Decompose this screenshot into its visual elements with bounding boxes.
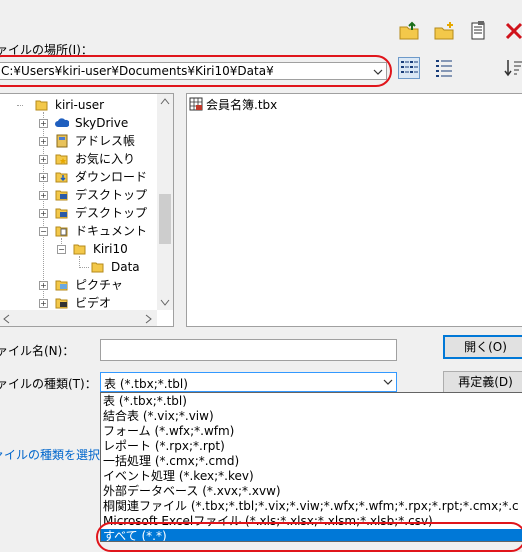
desktop-icon	[55, 208, 68, 219]
file-list[interactable]: 会員名簿.tbx	[186, 93, 522, 327]
file-name: 会員名簿.tbx	[206, 98, 278, 112]
list-view-icon[interactable]	[398, 57, 420, 79]
folder-open-icon	[73, 244, 86, 255]
expand-toggle[interactable]: +	[39, 137, 48, 146]
tree-item-kiri-user[interactable]: kiri-user	[0, 96, 159, 114]
filetype-dropdown-list[interactable]: 表 (*.tbx;*.tbl) 結合表 (*.vix;*.viw) フォーム (…	[100, 392, 522, 542]
open-button[interactable]: 開く(O)	[443, 335, 522, 359]
tree-item-label: ドキュメント	[75, 224, 148, 238]
scroll-down-icon[interactable]	[160, 299, 170, 307]
filetype-option[interactable]: レポート (*.rpx;*.rpt)	[103, 439, 225, 454]
filetype-selected: 表 (*.tbx;*.tbl)	[104, 377, 188, 391]
tree-item-desktop[interactable]: + デスクトップ	[0, 186, 159, 204]
tree-connector	[79, 267, 89, 268]
tbx-file-icon	[189, 97, 203, 111]
collapse-toggle[interactable]: −	[39, 227, 48, 236]
tree-item-desktop[interactable]: + デスクトップ	[0, 204, 159, 222]
scroll-up-icon[interactable]	[160, 97, 170, 105]
tree-item-label: Data	[111, 260, 140, 274]
filename-label: ァイル名(N)：	[0, 344, 75, 358]
videos-icon	[55, 298, 68, 309]
tree-item-label: ピクチャ	[75, 278, 123, 292]
tree-vertical-scrollbar[interactable]	[157, 94, 173, 310]
new-folder-icon[interactable]	[433, 20, 455, 42]
tree-item-label: アドレス帳	[75, 134, 136, 148]
folder-open-icon	[35, 100, 48, 111]
expand-toggle[interactable]: +	[39, 299, 48, 308]
favorites-icon	[55, 154, 68, 165]
tree-item-label: kiri-user	[55, 98, 105, 112]
tree-item-pictures[interactable]: + ピクチャ	[0, 276, 159, 294]
filetype-option[interactable]: 表 (*.tbx;*.tbl)	[103, 394, 187, 409]
redefine-button[interactable]: 再定義(D)	[443, 371, 522, 393]
tree-item-label: デスクトップ	[75, 206, 148, 220]
filetype-label: ァイルの種類(T)：	[0, 377, 97, 391]
chevron-down-icon[interactable]	[380, 374, 396, 390]
collapse-toggle[interactable]: −	[57, 245, 66, 254]
expand-toggle[interactable]: +	[39, 155, 48, 164]
tree-item-downloads[interactable]: + ダウンロード	[0, 168, 159, 186]
expand-toggle[interactable]: +	[39, 281, 48, 290]
filetype-option[interactable]: 桐関連ファイル (*.tbx;*.tbl;*.vix;*.viw;*.wfx;*…	[103, 499, 519, 514]
tree-item-favorites[interactable]: + お気に入り	[0, 150, 159, 168]
sort-icon[interactable]	[503, 57, 522, 79]
filetype-option[interactable]: 外部データベース (*.xvx;*.xvw)	[103, 484, 281, 499]
filetype-option[interactable]: 結合表 (*.vix;*.viw)	[103, 409, 214, 424]
location-highlight-ring	[0, 55, 392, 87]
folder-icon	[91, 262, 104, 273]
download-icon	[55, 172, 68, 183]
tree-item-label: お気に入り	[75, 152, 136, 166]
tree-item-address-book[interactable]: + アドレス帳	[0, 132, 159, 150]
excel-option-highlight-ring	[96, 522, 522, 552]
tree-item-documents[interactable]: − ドキュメント	[0, 222, 159, 240]
filetype-option[interactable]: イベント処理 (*.kex;*.kev)	[103, 469, 254, 484]
filetype-option[interactable]: 一括処理 (*.cmx;*.cmd)	[103, 454, 239, 469]
folder-tree[interactable]: kiri-user + SkyDrive + アドレス帳 + お気に入り + ダ…	[0, 93, 174, 327]
tree-connector	[17, 105, 23, 106]
scroll-right-icon[interactable]	[145, 314, 153, 324]
expand-toggle[interactable]: +	[39, 173, 48, 182]
tree-item-skydrive[interactable]: + SkyDrive	[0, 114, 159, 132]
expand-toggle[interactable]: +	[39, 191, 48, 200]
cloud-icon	[55, 118, 69, 127]
tree-item-kiri10[interactable]: − Kiri10	[0, 240, 159, 258]
expand-toggle[interactable]: +	[39, 209, 48, 218]
filetype-hint-link[interactable]: ァイルの種類を選択し	[0, 446, 112, 463]
desktop-icon	[55, 190, 68, 201]
address-book-icon	[56, 134, 68, 148]
scroll-thumb[interactable]	[159, 194, 171, 244]
up-folder-icon[interactable]	[398, 20, 420, 42]
tree-item-data[interactable]: Data	[0, 258, 159, 276]
tree-item-label: Kiri10	[93, 242, 128, 256]
scroll-left-icon[interactable]	[2, 314, 10, 324]
delete-icon[interactable]	[503, 20, 522, 42]
tree-item-label: デスクトップ	[75, 188, 148, 202]
tree-item-label: SkyDrive	[75, 116, 129, 130]
details-view-icon[interactable]	[433, 57, 455, 79]
filetype-combo[interactable]: 表 (*.tbx;*.tbl)	[100, 372, 397, 392]
tree-horizontal-scrollbar[interactable]	[0, 310, 157, 326]
pictures-icon	[55, 280, 68, 291]
filetype-option[interactable]: フォーム (*.wfx;*.wfm)	[103, 424, 234, 439]
documents-icon	[55, 226, 68, 237]
properties-icon[interactable]	[468, 20, 490, 42]
expand-toggle[interactable]: +	[39, 119, 48, 128]
filename-input[interactable]	[100, 339, 397, 361]
tree-item-label: ダウンロード	[75, 170, 148, 184]
